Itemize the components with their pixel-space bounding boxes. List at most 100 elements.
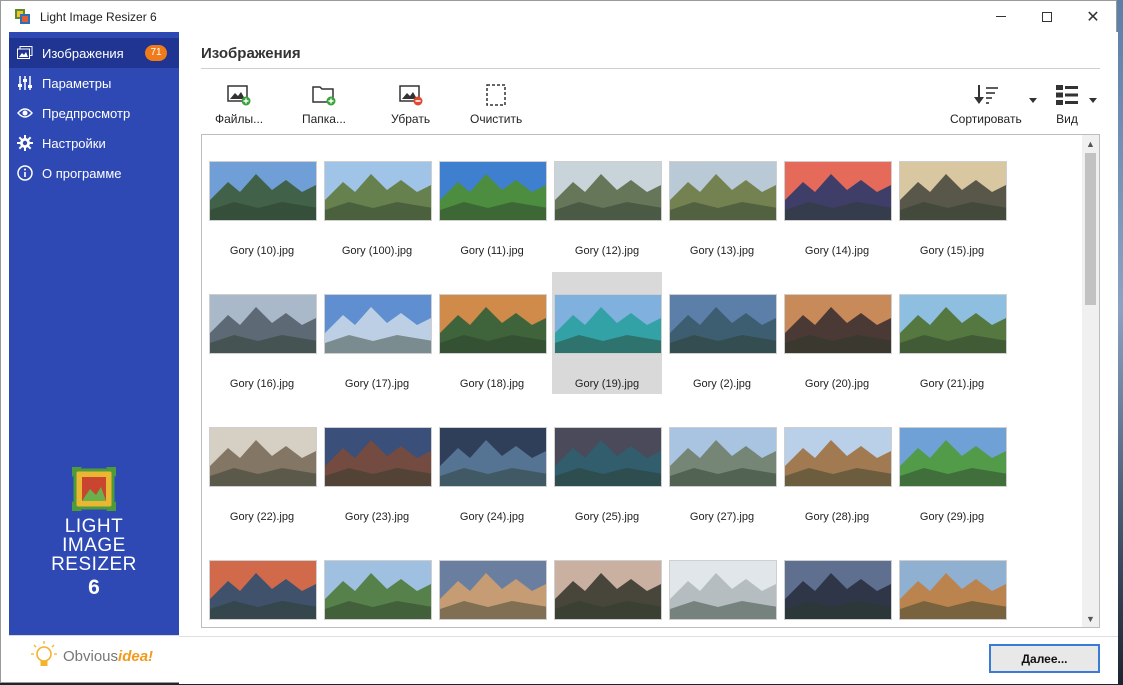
- app-logo-icon: [15, 8, 31, 25]
- thumbnail-item[interactable]: Gory (25).jpg: [552, 427, 662, 549]
- sidebar-item-label: Предпросмотр: [42, 105, 131, 121]
- view-dropdown-arrow-icon[interactable]: [1089, 98, 1097, 103]
- add-files-label: Файлы...: [215, 112, 264, 126]
- image-gallery: Gory (10).jpg Gory (100).jpg Gory (11).jpg…: [201, 134, 1100, 628]
- scrollbar-thumb[interactable]: [1085, 153, 1096, 305]
- thumbnail-filename: Gory (11).jpg: [460, 245, 524, 257]
- thumbnail-item[interactable]: Gory (2).jpg: [667, 294, 777, 416]
- thumbnail-filename: Gory (28).jpg: [804, 511, 870, 523]
- thumbnail-filename: Gory (100).jpg: [341, 245, 413, 257]
- thumbnail-item[interactable]: Gory (11).jpg: [437, 161, 547, 283]
- thumbnail-item[interactable]: [782, 560, 892, 627]
- scroll-down-icon[interactable]: ▼: [1082, 610, 1099, 627]
- add-folder-button[interactable]: Папка...: [302, 82, 346, 128]
- thumbnail-filename: Gory (10).jpg: [229, 245, 295, 257]
- sidebar-item-label: Изображения: [42, 45, 124, 61]
- thumbnail-item[interactable]: Gory (15).jpg: [897, 161, 1007, 283]
- sidebar-item-label: Настройки: [42, 135, 106, 151]
- window-title: Light Image Resizer 6: [40, 9, 157, 24]
- brand-bar[interactable]: Obviousidea!: [9, 635, 179, 677]
- gear-icon: [16, 134, 34, 152]
- thumbnail-item[interactable]: Gory (10).jpg: [207, 161, 317, 283]
- close-button[interactable]: ✕: [1070, 1, 1116, 32]
- maximize-button[interactable]: [1024, 1, 1070, 32]
- image-thumbnail: [554, 427, 662, 487]
- sidebar-item-label: Параметры: [42, 75, 112, 91]
- lightbulb-icon: [31, 641, 57, 672]
- logo-line: IMAGE: [62, 535, 126, 556]
- minimize-icon: [996, 16, 1006, 17]
- thumbnail-filename: Gory (14).jpg: [804, 245, 870, 257]
- thumbnail-item[interactable]: Gory (14).jpg: [782, 161, 892, 283]
- sidebar-item-about[interactable]: О программе: [9, 158, 179, 188]
- thumbnail-item[interactable]: [322, 560, 432, 627]
- sidebar-item-settings[interactable]: Настройки: [9, 128, 179, 158]
- clear-button[interactable]: Очистить: [470, 82, 522, 128]
- thumbnail-filename: Gory (21).jpg: [919, 378, 985, 390]
- add-files-button[interactable]: Файлы...: [215, 82, 263, 128]
- image-count-badge: 71: [145, 45, 167, 61]
- image-thumbnail: [439, 294, 547, 354]
- image-thumbnail: [324, 427, 432, 487]
- clear-selection-icon: [482, 82, 510, 108]
- clear-label: Очистить: [470, 112, 523, 126]
- sidebar-nav: Изображения 71 Параметры Предпросмотр На…: [9, 32, 179, 188]
- thumbnail-item[interactable]: Gory (16).jpg: [207, 294, 317, 416]
- image-thumbnail: [209, 294, 317, 354]
- sidebar-item-label: О программе: [42, 165, 122, 181]
- image-thumbnail: [784, 294, 892, 354]
- sort-label: Сортировать: [950, 112, 1022, 126]
- sort-icon: [972, 82, 1000, 108]
- thumbnail-item[interactable]: Gory (23).jpg: [322, 427, 432, 549]
- image-thumbnail: [439, 427, 547, 487]
- sidebar-item-preview[interactable]: Предпросмотр: [9, 98, 179, 128]
- vertical-scrollbar[interactable]: ▲ ▼: [1082, 135, 1099, 627]
- thumbnail-item[interactable]: Gory (20).jpg: [782, 294, 892, 416]
- thumbnail-item[interactable]: Gory (24).jpg: [437, 427, 547, 549]
- thumbnail-item[interactable]: [897, 560, 1007, 627]
- remove-label: Убрать: [391, 112, 431, 126]
- thumbnail-filename: Gory (13).jpg: [689, 245, 755, 257]
- thumbnail-item[interactable]: Gory (13).jpg: [667, 161, 777, 283]
- thumbnail-filename: Gory (16).jpg: [229, 378, 295, 390]
- thumbnail-item[interactable]: Gory (29).jpg: [897, 427, 1007, 549]
- thumbnail-item[interactable]: Gory (18).jpg: [437, 294, 547, 416]
- minimize-button[interactable]: [978, 1, 1024, 32]
- thumbnail-item[interactable]: Gory (22).jpg: [207, 427, 317, 549]
- scroll-up-icon[interactable]: ▲: [1082, 135, 1099, 152]
- sidebar-item-parameters[interactable]: Параметры: [9, 68, 179, 98]
- thumbnail-item[interactable]: Gory (12).jpg: [552, 161, 662, 283]
- view-list-icon: [1053, 82, 1081, 108]
- thumbnail-filename: Gory (17).jpg: [344, 378, 410, 390]
- thumbnail-item[interactable]: Gory (17).jpg: [322, 294, 432, 416]
- next-button[interactable]: Далее...: [989, 644, 1100, 673]
- thumbnail-filename: Gory (25).jpg: [574, 511, 640, 523]
- thumbnail-item[interactable]: Gory (21).jpg: [897, 294, 1007, 416]
- image-thumbnail: [554, 560, 662, 620]
- thumbnail-filename: Gory (23).jpg: [344, 511, 410, 523]
- image-thumbnail: [669, 161, 777, 221]
- thumbnail-item[interactable]: Gory (100).jpg: [322, 161, 432, 283]
- thumbnail-item[interactable]: [207, 560, 317, 627]
- thumbnail-item[interactable]: [667, 560, 777, 627]
- thumbnail-item[interactable]: [552, 560, 662, 627]
- remove-button[interactable]: Убрать: [391, 82, 430, 128]
- sidebar: Изображения 71 Параметры Предпросмотр На…: [9, 32, 179, 677]
- view-button[interactable]: Вид: [1053, 82, 1081, 128]
- thumbnail-item[interactable]: [437, 560, 547, 627]
- image-thumbnail: [899, 294, 1007, 354]
- remove-image-icon: [397, 82, 425, 108]
- thumbnail-item[interactable]: Gory (27).jpg: [667, 427, 777, 549]
- thumbnail-filename: Gory (12).jpg: [574, 245, 640, 257]
- thumbnail-item[interactable]: Gory (28).jpg: [782, 427, 892, 549]
- image-thumbnail: [669, 560, 777, 620]
- image-thumbnail: [554, 294, 662, 354]
- thumbnail-item[interactable]: Gory (19).jpg: [552, 272, 662, 394]
- sort-dropdown-arrow-icon[interactable]: [1029, 98, 1037, 103]
- thumbnail-filename: Gory (20).jpg: [804, 378, 870, 390]
- sidebar-item-images[interactable]: Изображения 71: [9, 38, 179, 68]
- thumbnail-filename: Gory (18).jpg: [459, 378, 525, 390]
- thumbnail-filename: Gory (29).jpg: [919, 511, 985, 523]
- image-thumbnail: [324, 560, 432, 620]
- sort-button[interactable]: Сортировать: [950, 82, 1022, 128]
